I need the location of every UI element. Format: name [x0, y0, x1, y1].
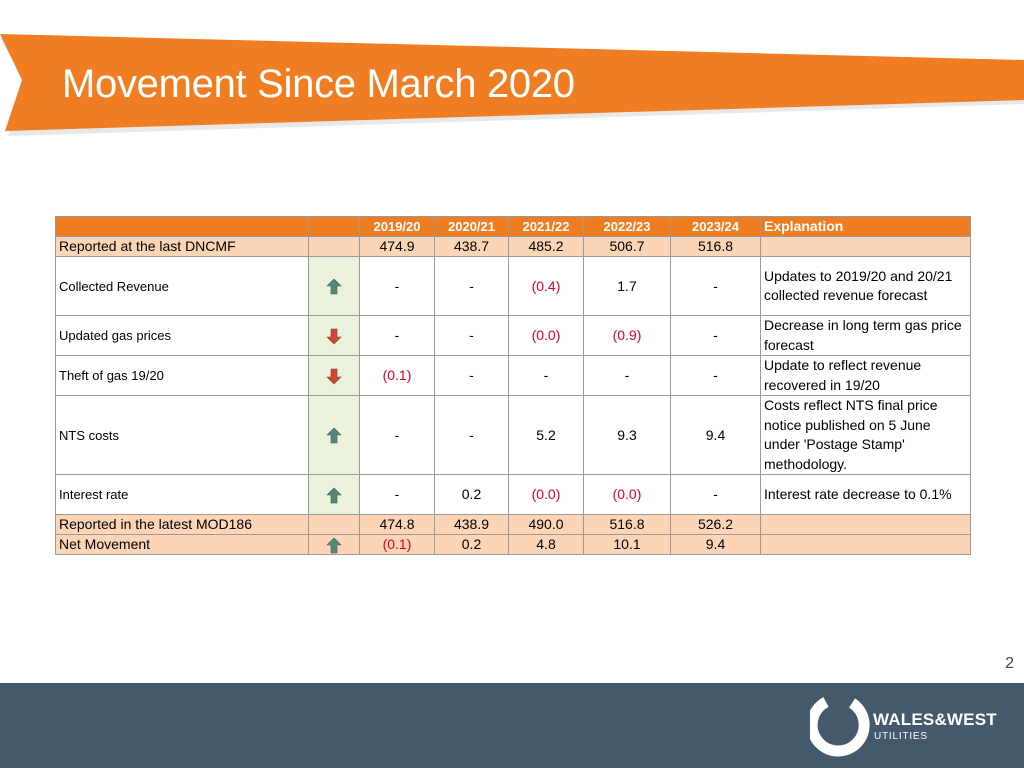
value-cell: - [670, 256, 761, 316]
page-title: Movement Since March 2020 [62, 62, 575, 106]
explanation-cell [760, 534, 971, 555]
trend-cell [308, 514, 360, 535]
logo-name: WALES&WEST [873, 710, 997, 729]
value-cell: (0.9) [583, 315, 671, 356]
trend-cell [308, 534, 360, 555]
value-cell: 474.8 [359, 514, 435, 535]
trend-cell [308, 474, 360, 515]
row-label: NTS costs [55, 395, 309, 475]
value-cell: - [359, 256, 435, 316]
net-movement-row: Net Movement (0.1) 0.2 4.8 10.1 9.4 [55, 534, 971, 555]
header-cell: 2021/22 [508, 216, 584, 237]
value-cell: - [670, 474, 761, 515]
table-row: Interest rate -0.2 (0.0) (0.0) - Interest rat… [55, 474, 971, 515]
row-label: Updated gas prices [55, 315, 309, 356]
value-cell: (0.0) [508, 315, 584, 356]
arrow-up-icon [326, 427, 342, 444]
value-cell: - [359, 395, 435, 475]
value-cell: (0.4) [508, 256, 584, 316]
value-cell: 485.2 [508, 236, 584, 257]
value-cell: 438.7 [434, 236, 509, 257]
value-cell: 474.9 [359, 236, 435, 257]
row-label: Reported in the latest MOD186 [55, 514, 309, 535]
value-cell: - [583, 355, 671, 396]
explanation-cell [760, 236, 971, 257]
row-label: Net Movement [55, 534, 309, 555]
trend-cell [308, 355, 360, 396]
value-cell: - [434, 256, 509, 316]
value-cell: 0.2 [434, 534, 509, 555]
value-cell: 516.8 [583, 514, 671, 535]
row-label: Theft of gas 19/20 [55, 355, 309, 396]
value-cell: - [508, 355, 584, 396]
value-cell: 438.9 [434, 514, 509, 535]
value-cell: - [670, 355, 761, 396]
row-label: Reported at the last DNCMF [55, 236, 309, 257]
header-cell: 2019/20 [359, 216, 435, 237]
trend-cell [308, 395, 360, 475]
reported-latest-row: Reported in the latest MOD186 474.8 438.9 4… [55, 514, 971, 535]
arrow-up-icon [326, 487, 342, 504]
value-cell: - [434, 315, 509, 356]
explanation-cell: Interest rate decrease to 0.1% [760, 474, 971, 515]
header-cell: 2020/21 [434, 216, 509, 237]
value-cell: 9.4 [670, 395, 761, 475]
page-number: 2 [1005, 655, 1014, 672]
reported-last-row: Reported at the last DNCMF 474.9 438.7 485.… [55, 236, 971, 257]
row-label: Interest rate [55, 474, 309, 515]
value-cell: (0.0) [583, 474, 671, 515]
value-cell: - [359, 474, 435, 515]
header-cell [308, 216, 360, 237]
logo-subtitle: UTILITIES [874, 731, 928, 742]
arrow-up-icon [326, 278, 342, 295]
value-cell: 516.8 [670, 236, 761, 257]
row-label: Collected Revenue [55, 256, 309, 316]
value-cell: - [359, 315, 435, 356]
arrow-down-icon [326, 328, 342, 345]
value-cell: 506.7 [583, 236, 671, 257]
value-cell: 4.8 [508, 534, 584, 555]
explanation-cell: Update to reflect revenue recovered in 1… [760, 355, 971, 396]
value-cell: 0.2 [434, 474, 509, 515]
value-cell: (0.1) [359, 355, 435, 396]
value-cell: - [434, 355, 509, 396]
logo-mark-icon [810, 697, 870, 757]
arrow-down-icon [326, 368, 342, 385]
header-cell: 2022/23 [583, 216, 671, 237]
trend-cell [308, 256, 360, 316]
value-cell: 10.1 [583, 534, 671, 555]
header-cell [55, 216, 309, 237]
value-cell: 1.7 [583, 256, 671, 316]
value-cell: (0.1) [359, 534, 435, 555]
explanation-cell [760, 514, 971, 535]
trend-cell [308, 236, 360, 257]
header-cell: Explanation [760, 216, 971, 237]
explanation-cell: Updates to 2019/20 and 20/21 collected r… [760, 256, 971, 316]
value-cell: 9.3 [583, 395, 671, 475]
value-cell: - [434, 395, 509, 475]
table-row: NTS costs - -5.2 9.3 9.4 Costs reflect NTS fi… [55, 395, 971, 475]
value-cell: 490.0 [508, 514, 584, 535]
header-row: 2019/20 2020/21 2021/22 2022/23 2023/24 Expla… [55, 216, 971, 237]
table-row: Theft of gas 19/20 (0.1) - - - - Update to ref… [55, 355, 971, 396]
value-cell: - [670, 315, 761, 356]
value-cell: 526.2 [670, 514, 761, 535]
table-row: Collected Revenue - - (0.4) 1.7- Updates to 2… [55, 256, 971, 316]
explanation-cell: Costs reflect NTS final price notice pub… [760, 395, 971, 475]
value-cell: 5.2 [508, 395, 584, 475]
table-row: Updated gas prices - - (0.0) (0.9) - Decrease … [55, 315, 971, 356]
movement-table: 2019/20 2020/21 2021/22 2022/23 2023/24 Expla… [55, 216, 971, 555]
arrow-up-icon [326, 537, 342, 554]
explanation-cell: Decrease in long term gas price forecast [760, 315, 971, 356]
trend-cell [308, 315, 360, 356]
value-cell: (0.0) [508, 474, 584, 515]
header-cell: 2023/24 [670, 216, 761, 237]
value-cell: 9.4 [670, 534, 761, 555]
